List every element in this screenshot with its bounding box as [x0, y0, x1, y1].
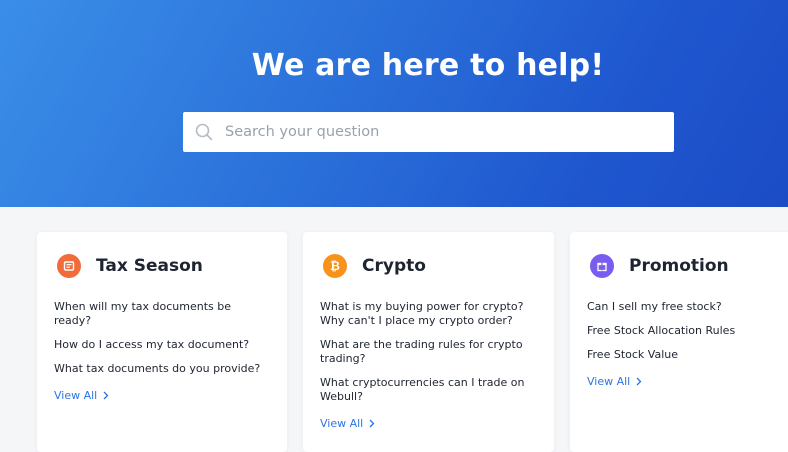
view-all-label: View All — [54, 389, 98, 402]
page-title: We are here to help! — [251, 48, 605, 83]
card-title[interactable]: Crypto — [362, 256, 426, 276]
card-header: Tax Season — [57, 254, 203, 278]
view-all-link[interactable]: View All — [320, 417, 375, 430]
question-link[interactable]: When will my tax documents be ready? — [54, 300, 264, 328]
card-title[interactable]: Promotion — [629, 256, 729, 276]
chevron-right-icon — [636, 377, 642, 386]
question-list: What is my buying power for crypto? Why … — [320, 300, 534, 432]
question-link[interactable]: What tax documents do you provide? — [54, 362, 264, 376]
card-header: Promotion — [590, 254, 729, 278]
chevron-right-icon — [103, 391, 109, 400]
category-card-tax-season: Tax Season When will my tax documents be… — [37, 232, 287, 452]
search-input[interactable] — [225, 112, 665, 152]
question-list: Can I sell my free stock? Free Stock All… — [587, 300, 777, 390]
question-link[interactable]: What are the trading rules for crypto tr… — [320, 338, 534, 366]
view-all-label: View All — [320, 417, 364, 430]
hero-banner: We are here to help! — [0, 0, 788, 207]
card-title[interactable]: Tax Season — [96, 256, 203, 276]
card-header: ₿ Crypto — [323, 254, 426, 278]
question-link[interactable]: Free Stock Value — [587, 348, 777, 362]
tax-document-icon — [57, 254, 81, 278]
category-card-promotion: Promotion Can I sell my free stock? Free… — [570, 232, 788, 452]
bitcoin-icon: ₿ — [323, 254, 347, 278]
search-box[interactable] — [183, 112, 674, 152]
view-all-link[interactable]: View All — [54, 389, 109, 402]
chevron-right-icon — [369, 419, 375, 428]
category-card-crypto: ₿ Crypto What is my buying power for cry… — [303, 232, 554, 452]
question-link[interactable]: How do I access my tax document? — [54, 338, 264, 352]
gift-icon — [590, 254, 614, 278]
view-all-link[interactable]: View All — [587, 375, 642, 388]
question-list: When will my tax documents be ready? How… — [54, 300, 264, 404]
question-link[interactable]: What is my buying power for crypto? Why … — [320, 300, 534, 328]
question-link[interactable]: Can I sell my free stock? — [587, 300, 777, 314]
question-link[interactable]: What cryptocurrencies can I trade on Web… — [320, 376, 534, 404]
question-link[interactable]: Free Stock Allocation Rules — [587, 324, 777, 338]
search-icon — [195, 123, 213, 141]
view-all-label: View All — [587, 375, 631, 388]
